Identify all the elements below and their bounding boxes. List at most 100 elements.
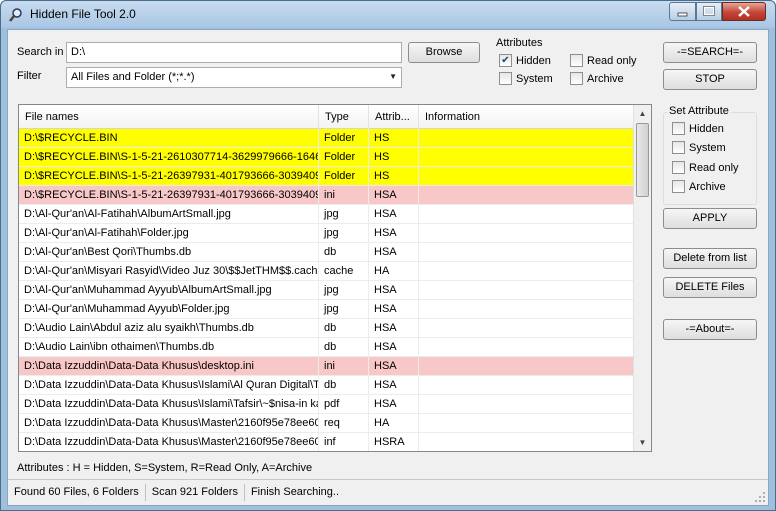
table-row[interactable]: D:\Al-Qur'an\Muhammad Ayyub\AlbumArtSmal… bbox=[19, 281, 633, 300]
app-window: Hidden File Tool 2.0 Search in D:\ Brows… bbox=[0, 0, 776, 511]
apply-button[interactable]: APPLY bbox=[663, 208, 757, 229]
cell-type: db bbox=[319, 319, 369, 337]
cell-type: db bbox=[319, 376, 369, 394]
scroll-up-icon[interactable]: ▲ bbox=[634, 105, 651, 122]
status-found: Found 60 Files, 6 Folders bbox=[8, 484, 146, 501]
filter-label: Filter bbox=[17, 70, 42, 82]
filter-readonly-checkbox[interactable]: Read only bbox=[570, 54, 637, 67]
scrollbar-thumb[interactable] bbox=[636, 123, 649, 197]
cell-type: inf bbox=[319, 433, 369, 451]
checkbox-icon bbox=[570, 72, 583, 85]
set-attribute-title: Set Attribute bbox=[667, 105, 731, 117]
cell-type: db bbox=[319, 243, 369, 261]
filter-system-checkbox[interactable]: System bbox=[499, 72, 553, 85]
column-header-information[interactable]: Information bbox=[419, 105, 633, 129]
table-row[interactable]: D:\Audio Lain\Abdul aziz alu syaikh\Thum… bbox=[19, 319, 633, 338]
cell-attrib: HSA bbox=[369, 243, 419, 261]
cell-attrib: HSA bbox=[369, 205, 419, 223]
cell-filename: D:\Data Izzuddin\Data-Data Khusus\Islami… bbox=[19, 376, 319, 394]
window-title: Hidden File Tool 2.0 bbox=[30, 7, 136, 21]
browse-button[interactable]: Browse bbox=[408, 42, 480, 63]
table-row[interactable]: D:\Data Izzuddin\Data-Data Khusus\Master… bbox=[19, 433, 633, 451]
cell-type: req bbox=[319, 414, 369, 432]
cell-filename: D:\$RECYCLE.BIN\S-1-5-21-2610307714-3629… bbox=[19, 148, 319, 166]
set-system-label: System bbox=[689, 141, 726, 154]
cell-attrib: HSA bbox=[369, 395, 419, 413]
column-header-type[interactable]: Type bbox=[319, 105, 369, 129]
checkbox-icon bbox=[672, 122, 685, 135]
cell-filename: D:\Al-Qur'an\Al-Fatihah\Folder.jpg bbox=[19, 224, 319, 242]
cell-attrib: HSA bbox=[369, 300, 419, 318]
cell-attrib: HSA bbox=[369, 319, 419, 337]
search-button[interactable]: -=SEARCH=- bbox=[663, 42, 757, 63]
status-scan: Scan 921 Folders bbox=[146, 484, 245, 501]
column-header-attrib[interactable]: Attrib... bbox=[369, 105, 419, 129]
scroll-down-icon[interactable]: ▼ bbox=[634, 434, 651, 451]
table-row[interactable]: D:\Al-Qur'an\Al-Fatihah\AlbumArtSmall.jp… bbox=[19, 205, 633, 224]
set-archive-checkbox[interactable]: Archive bbox=[672, 180, 726, 193]
set-readonly-checkbox[interactable]: Read only bbox=[672, 161, 739, 174]
table-row[interactable]: D:\$RECYCLE.BIN\S-1-5-21-26397931-401793… bbox=[19, 186, 633, 205]
cell-filename: D:\$RECYCLE.BIN\S-1-5-21-26397931-401793… bbox=[19, 167, 319, 185]
cell-filename: D:\Audio Lain\ibn othaimen\Thumbs.db bbox=[19, 338, 319, 356]
table-row[interactable]: D:\Audio Lain\ibn othaimen\Thumbs.db db HS… bbox=[19, 338, 633, 357]
cell-filename: D:\Data Izzuddin\Data-Data Khusus\Islami… bbox=[19, 395, 319, 413]
resize-grip-icon[interactable] bbox=[755, 492, 766, 503]
delete-from-list-button[interactable]: Delete from list bbox=[663, 248, 757, 269]
table-row[interactable]: D:\Data Izzuddin\Data-Data Khusus\Islami… bbox=[19, 395, 633, 414]
cell-type: jpg bbox=[319, 281, 369, 299]
cell-type: cache bbox=[319, 262, 369, 280]
delete-files-button[interactable]: DELETE Files bbox=[663, 277, 757, 298]
status-bar: Found 60 Files, 6 Folders Scan 921 Folde… bbox=[8, 480, 768, 505]
table-row[interactable]: D:\$RECYCLE.BIN\S-1-5-21-26397931-401793… bbox=[19, 167, 633, 186]
cell-information bbox=[419, 376, 633, 394]
table-row[interactable]: D:\Data Izzuddin\Data-Data Khusus\Islami… bbox=[19, 376, 633, 395]
filter-archive-checkbox[interactable]: Archive bbox=[570, 72, 624, 85]
table-row[interactable]: D:\Data Izzuddin\Data-Data Khusus\deskto… bbox=[19, 357, 633, 376]
cell-attrib: HSA bbox=[369, 376, 419, 394]
cell-information bbox=[419, 205, 633, 223]
cell-type: ini bbox=[319, 357, 369, 375]
column-header-filenames[interactable]: File names bbox=[19, 105, 319, 129]
table-row[interactable]: D:\$RECYCLE.BIN\S-1-5-21-2610307714-3629… bbox=[19, 148, 633, 167]
maximize-button[interactable] bbox=[696, 2, 722, 21]
cell-type: db bbox=[319, 338, 369, 356]
set-system-checkbox[interactable]: System bbox=[672, 141, 726, 154]
minimize-icon bbox=[677, 12, 688, 17]
checkbox-icon bbox=[672, 141, 685, 154]
cell-type: ini bbox=[319, 186, 369, 204]
cell-information bbox=[419, 414, 633, 432]
archive-label: Archive bbox=[587, 72, 624, 85]
list-rows: D:\$RECYCLE.BIN Folder HS D:\$RECYCLE.BIN\S… bbox=[19, 129, 633, 451]
filter-hidden-checkbox[interactable]: ✔ Hidden bbox=[499, 54, 551, 67]
table-row[interactable]: D:\Al-Qur'an\Misyari Rasyid\Video Juz 30… bbox=[19, 262, 633, 281]
cell-information bbox=[419, 243, 633, 261]
cell-information bbox=[419, 300, 633, 318]
cell-attrib: HSA bbox=[369, 224, 419, 242]
filter-value: All Files and Folder (*;*.*) bbox=[71, 71, 195, 83]
stop-button[interactable]: STOP bbox=[663, 69, 757, 90]
cell-information bbox=[419, 338, 633, 356]
checkbox-checked-icon: ✔ bbox=[499, 54, 512, 67]
table-row[interactable]: D:\$RECYCLE.BIN Folder HS bbox=[19, 129, 633, 148]
minimize-button[interactable] bbox=[669, 2, 696, 21]
cell-attrib: HS bbox=[369, 167, 419, 185]
attributes-group-title: Attributes bbox=[494, 37, 545, 49]
table-row[interactable]: D:\Al-Qur'an\Muhammad Ayyub\Folder.jpg jp… bbox=[19, 300, 633, 319]
title-bar[interactable]: Hidden File Tool 2.0 bbox=[1, 1, 775, 28]
cell-filename: D:\Data Izzuddin\Data-Data Khusus\deskto… bbox=[19, 357, 319, 375]
results-list[interactable]: File names Type Attrib... Information D:… bbox=[18, 104, 652, 452]
magnifier-app-icon bbox=[9, 8, 22, 22]
set-hidden-checkbox[interactable]: Hidden bbox=[672, 122, 724, 135]
table-row[interactable]: D:\Data Izzuddin\Data-Data Khusus\Master… bbox=[19, 414, 633, 433]
filter-dropdown[interactable]: All Files and Folder (*;*.*) ▼ bbox=[66, 67, 402, 88]
table-row[interactable]: D:\Al-Qur'an\Al-Fatihah\Folder.jpg jpg HSA bbox=[19, 224, 633, 243]
about-button[interactable]: -=About=- bbox=[663, 319, 757, 340]
close-button[interactable] bbox=[722, 2, 766, 21]
vertical-scrollbar[interactable]: ▲ ▼ bbox=[633, 105, 651, 451]
cell-filename: D:\$RECYCLE.BIN bbox=[19, 129, 319, 147]
cell-information bbox=[419, 148, 633, 166]
search-path-input[interactable]: D:\ bbox=[66, 42, 402, 63]
table-row[interactable]: D:\Al-Qur'an\Best Qori\Thumbs.db db HSA bbox=[19, 243, 633, 262]
search-label: Search in bbox=[17, 46, 64, 58]
